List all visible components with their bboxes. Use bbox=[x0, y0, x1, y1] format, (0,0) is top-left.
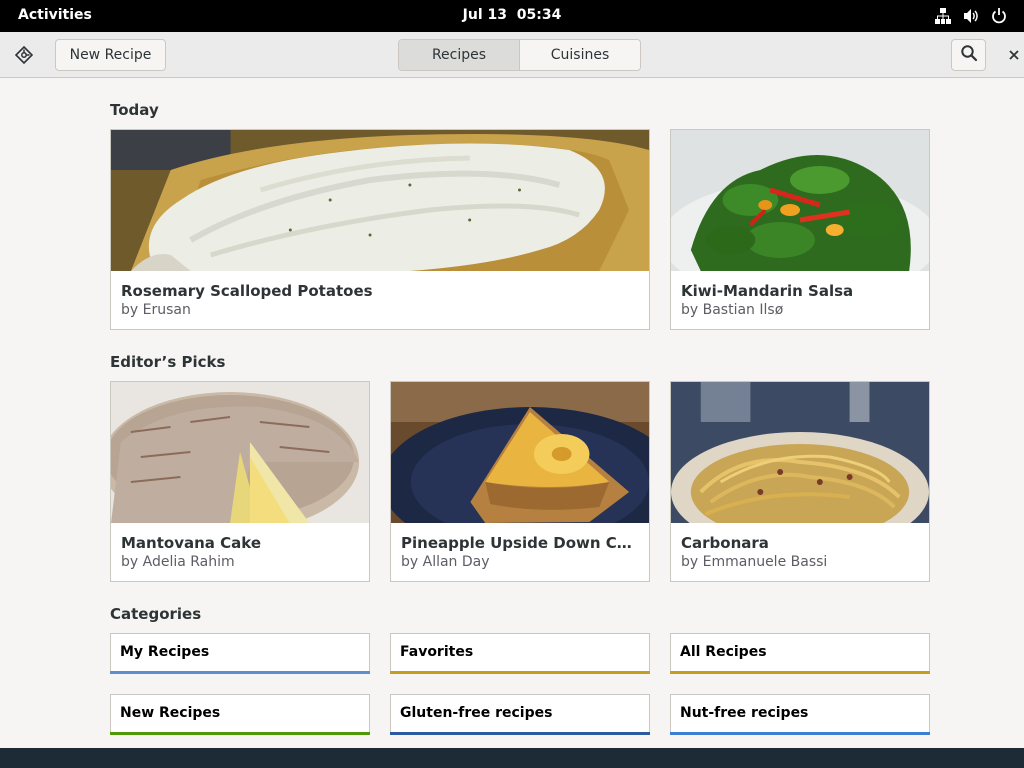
recipe-title: Pineapple Upside Down Cake with Chocolat… bbox=[401, 534, 639, 552]
section-title-categories: Categories bbox=[110, 605, 202, 623]
category-label: Favorites bbox=[400, 644, 474, 660]
category-label: Gluten-free recipes bbox=[400, 705, 553, 721]
category-label: All Recipes bbox=[680, 644, 767, 660]
system-menu[interactable] bbox=[934, 7, 1008, 25]
recipe-title: Rosemary Scalloped Potatoes bbox=[121, 282, 373, 300]
clock: Jul 13 05:34 bbox=[0, 7, 1024, 23]
recipes-window: New Recipe Recipes Cuisines Today Rosema… bbox=[0, 32, 1024, 748]
header-bar: New Recipe Recipes Cuisines bbox=[0, 32, 1024, 78]
power-icon bbox=[990, 7, 1008, 25]
category-label: Nut-free recipes bbox=[680, 705, 809, 721]
top-bar: Activities Jul 13 05:34 bbox=[0, 0, 1024, 32]
close-button[interactable] bbox=[1004, 45, 1024, 65]
section-title-editors-picks: Editor’s Picks bbox=[110, 353, 226, 371]
recipe-image-spinach-salad bbox=[671, 130, 929, 271]
clock-time[interactable]: 05:34 bbox=[517, 7, 562, 23]
category-label: My Recipes bbox=[120, 644, 210, 660]
category-all-recipes[interactable]: All Recipes bbox=[670, 633, 930, 674]
recipe-card[interactable]: Rosemary Scalloped Potatoes by Erusan bbox=[110, 129, 650, 330]
volume-icon bbox=[962, 7, 980, 25]
view-switcher: Recipes Cuisines bbox=[398, 39, 641, 71]
recipe-image-carbonara bbox=[671, 382, 929, 523]
recipe-card[interactable]: Mantovana Cake by Adelia Rahim bbox=[110, 381, 370, 582]
recipe-card[interactable]: Pineapple Upside Down Cake with Chocolat… bbox=[390, 381, 650, 582]
clock-date[interactable]: Jul 13 bbox=[463, 7, 507, 23]
recipe-title: Carbonara bbox=[681, 534, 769, 552]
recipe-author: by Emmanuele Bassi bbox=[681, 554, 828, 570]
new-recipe-button[interactable]: New Recipe bbox=[55, 39, 166, 71]
category-color-bar bbox=[110, 671, 370, 674]
tab-cuisines[interactable]: Cuisines bbox=[519, 40, 640, 70]
category-label: New Recipes bbox=[120, 705, 221, 721]
category-my-recipes[interactable]: My Recipes bbox=[110, 633, 370, 674]
category-color-bar bbox=[390, 732, 650, 735]
category-color-bar bbox=[110, 732, 370, 735]
network-icon bbox=[934, 7, 952, 25]
section-title-today: Today bbox=[110, 101, 159, 119]
category-color-bar bbox=[670, 671, 930, 674]
recipe-title: Kiwi-Mandarin Salsa bbox=[681, 282, 854, 300]
recipe-image-pineapple-cake bbox=[391, 382, 649, 523]
recipe-title: Mantovana Cake bbox=[121, 534, 262, 552]
activities-button[interactable]: Activities bbox=[18, 7, 92, 23]
category-color-bar bbox=[390, 671, 650, 674]
search-button[interactable] bbox=[951, 39, 986, 71]
recipe-author: by Allan Day bbox=[401, 554, 490, 570]
recipe-card[interactable]: Carbonara by Emmanuele Bassi bbox=[670, 381, 930, 582]
search-icon bbox=[960, 44, 978, 66]
recipe-image-mantovana-cake bbox=[111, 382, 369, 523]
recipe-image-scalloped-potatoes bbox=[111, 130, 649, 271]
desktop-background-strip bbox=[0, 748, 1024, 768]
recipe-author: by Erusan bbox=[121, 302, 191, 318]
category-gluten-free[interactable]: Gluten-free recipes bbox=[390, 694, 650, 735]
recipe-card[interactable]: Kiwi-Mandarin Salsa by Bastian Ilsø bbox=[670, 129, 930, 330]
tab-recipes[interactable]: Recipes bbox=[399, 40, 519, 70]
category-nut-free[interactable]: Nut-free recipes bbox=[670, 694, 930, 735]
main-content: Today Rosemary Scalloped Potatoes by Eru bbox=[0, 78, 1024, 748]
close-icon bbox=[1008, 46, 1020, 65]
category-favorites[interactable]: Favorites bbox=[390, 633, 650, 674]
category-new-recipes[interactable]: New Recipes bbox=[110, 694, 370, 735]
recipe-author: by Adelia Rahim bbox=[121, 554, 235, 570]
category-color-bar bbox=[670, 732, 930, 735]
app-menu-icon[interactable] bbox=[12, 43, 36, 67]
recipe-author: by Bastian Ilsø bbox=[681, 302, 784, 318]
